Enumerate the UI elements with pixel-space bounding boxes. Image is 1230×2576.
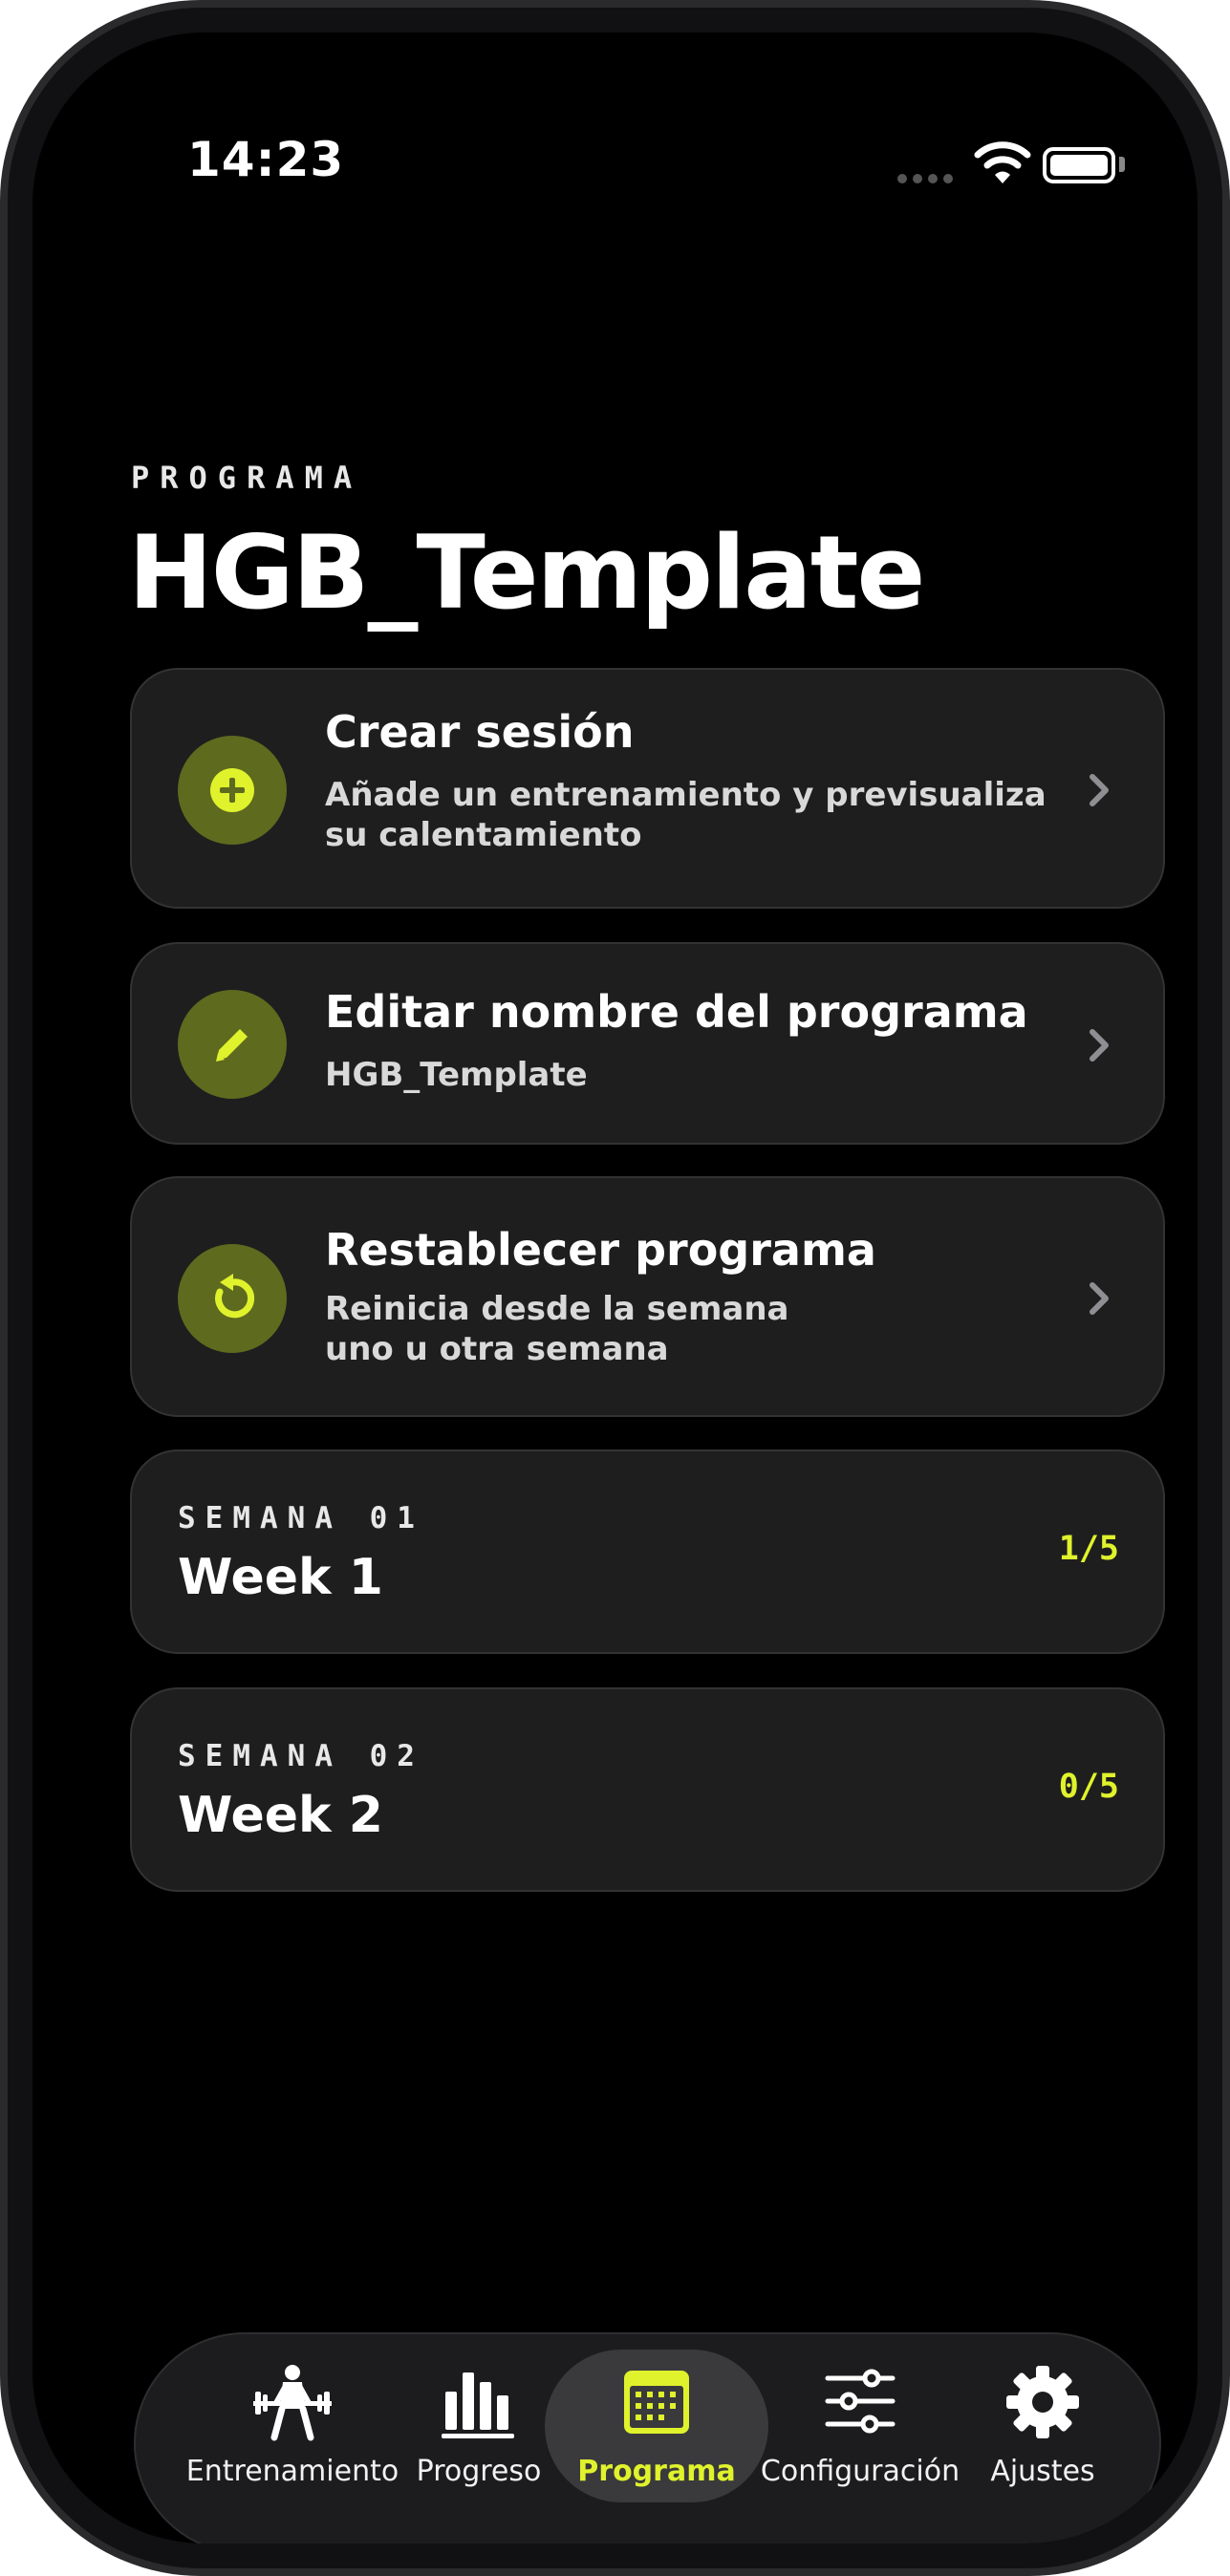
reset-program-card[interactable]: Restablecer programa Reinicia desde la s… — [130, 1176, 1165, 1417]
tab-label: Configuración — [760, 2455, 960, 2488]
tab-progreso[interactable]: Progreso — [416, 2363, 542, 2516]
week-label: SEMANA 02 — [178, 1739, 424, 1773]
gear-icon — [1006, 2366, 1079, 2438]
card-title: Editar nombre del programa — [325, 986, 1028, 1038]
week-progress-count: 1/5 — [1058, 1530, 1119, 1568]
bar-chart-icon — [442, 2372, 514, 2438]
week-title: Week 1 — [178, 1549, 383, 1606]
pencil-icon — [178, 990, 287, 1099]
sliders-icon — [825, 2369, 896, 2434]
create-session-card[interactable]: Crear sesión Añade un entrenamiento y pr… — [130, 668, 1165, 909]
status-time: 14:23 — [187, 132, 345, 187]
tab-bar: Entrenamiento Progreso Programa Configur… — [134, 2332, 1161, 2544]
reset-icon — [178, 1244, 287, 1353]
tab-configuracion[interactable]: Configuración — [759, 2363, 961, 2516]
phone-screen: 14:23 PROGRAMA HGB_Template Crear sesión… — [32, 32, 1198, 2544]
week-label: SEMANA 01 — [178, 1501, 424, 1535]
battery-tip — [1119, 157, 1125, 172]
cellular-signal-icon — [897, 174, 953, 183]
battery-icon — [1043, 147, 1115, 183]
tab-programa[interactable]: Programa — [556, 2363, 757, 2516]
status-indicators — [897, 140, 1127, 187]
chevron-right-icon — [1090, 774, 1109, 806]
section-eyebrow: PROGRAMA — [131, 460, 363, 496]
plus-circle-icon — [178, 736, 287, 845]
tab-ajustes[interactable]: Ajustes — [981, 2363, 1105, 2516]
tab-label: Ajustes — [990, 2455, 1095, 2488]
chevron-right-icon — [1090, 1029, 1109, 1062]
chevron-right-icon — [1090, 1282, 1109, 1315]
tab-entrenamiento[interactable]: Entrenamiento — [186, 2363, 399, 2516]
card-title: Crear sesión — [325, 706, 635, 758]
tab-label: Progreso — [416, 2455, 542, 2488]
card-subtitle: Reinicia desde la semana uno u otra sema… — [325, 1290, 789, 1368]
wifi-icon — [974, 141, 1031, 183]
tab-label: Programa — [577, 2455, 736, 2488]
card-subtitle: HGB_Template — [325, 1056, 588, 1094]
edit-program-name-card[interactable]: Editar nombre del programa HGB_Template — [130, 942, 1165, 1145]
page-title: HGB_Template — [128, 514, 925, 632]
card-subtitle: Añade un entrenamiento y previsualiza su… — [325, 776, 1047, 854]
calendar-icon — [624, 2371, 689, 2434]
week-progress-count: 0/5 — [1058, 1768, 1119, 1806]
week-title: Week 2 — [178, 1787, 383, 1844]
week-card-1[interactable]: SEMANA 01 Week 1 1/5 — [130, 1449, 1165, 1654]
weightlifter-icon — [253, 2365, 332, 2441]
week-card-2[interactable]: SEMANA 02 Week 2 0/5 — [130, 1687, 1165, 1892]
card-title: Restablecer programa — [325, 1224, 876, 1276]
tab-label: Entrenamiento — [185, 2455, 399, 2488]
